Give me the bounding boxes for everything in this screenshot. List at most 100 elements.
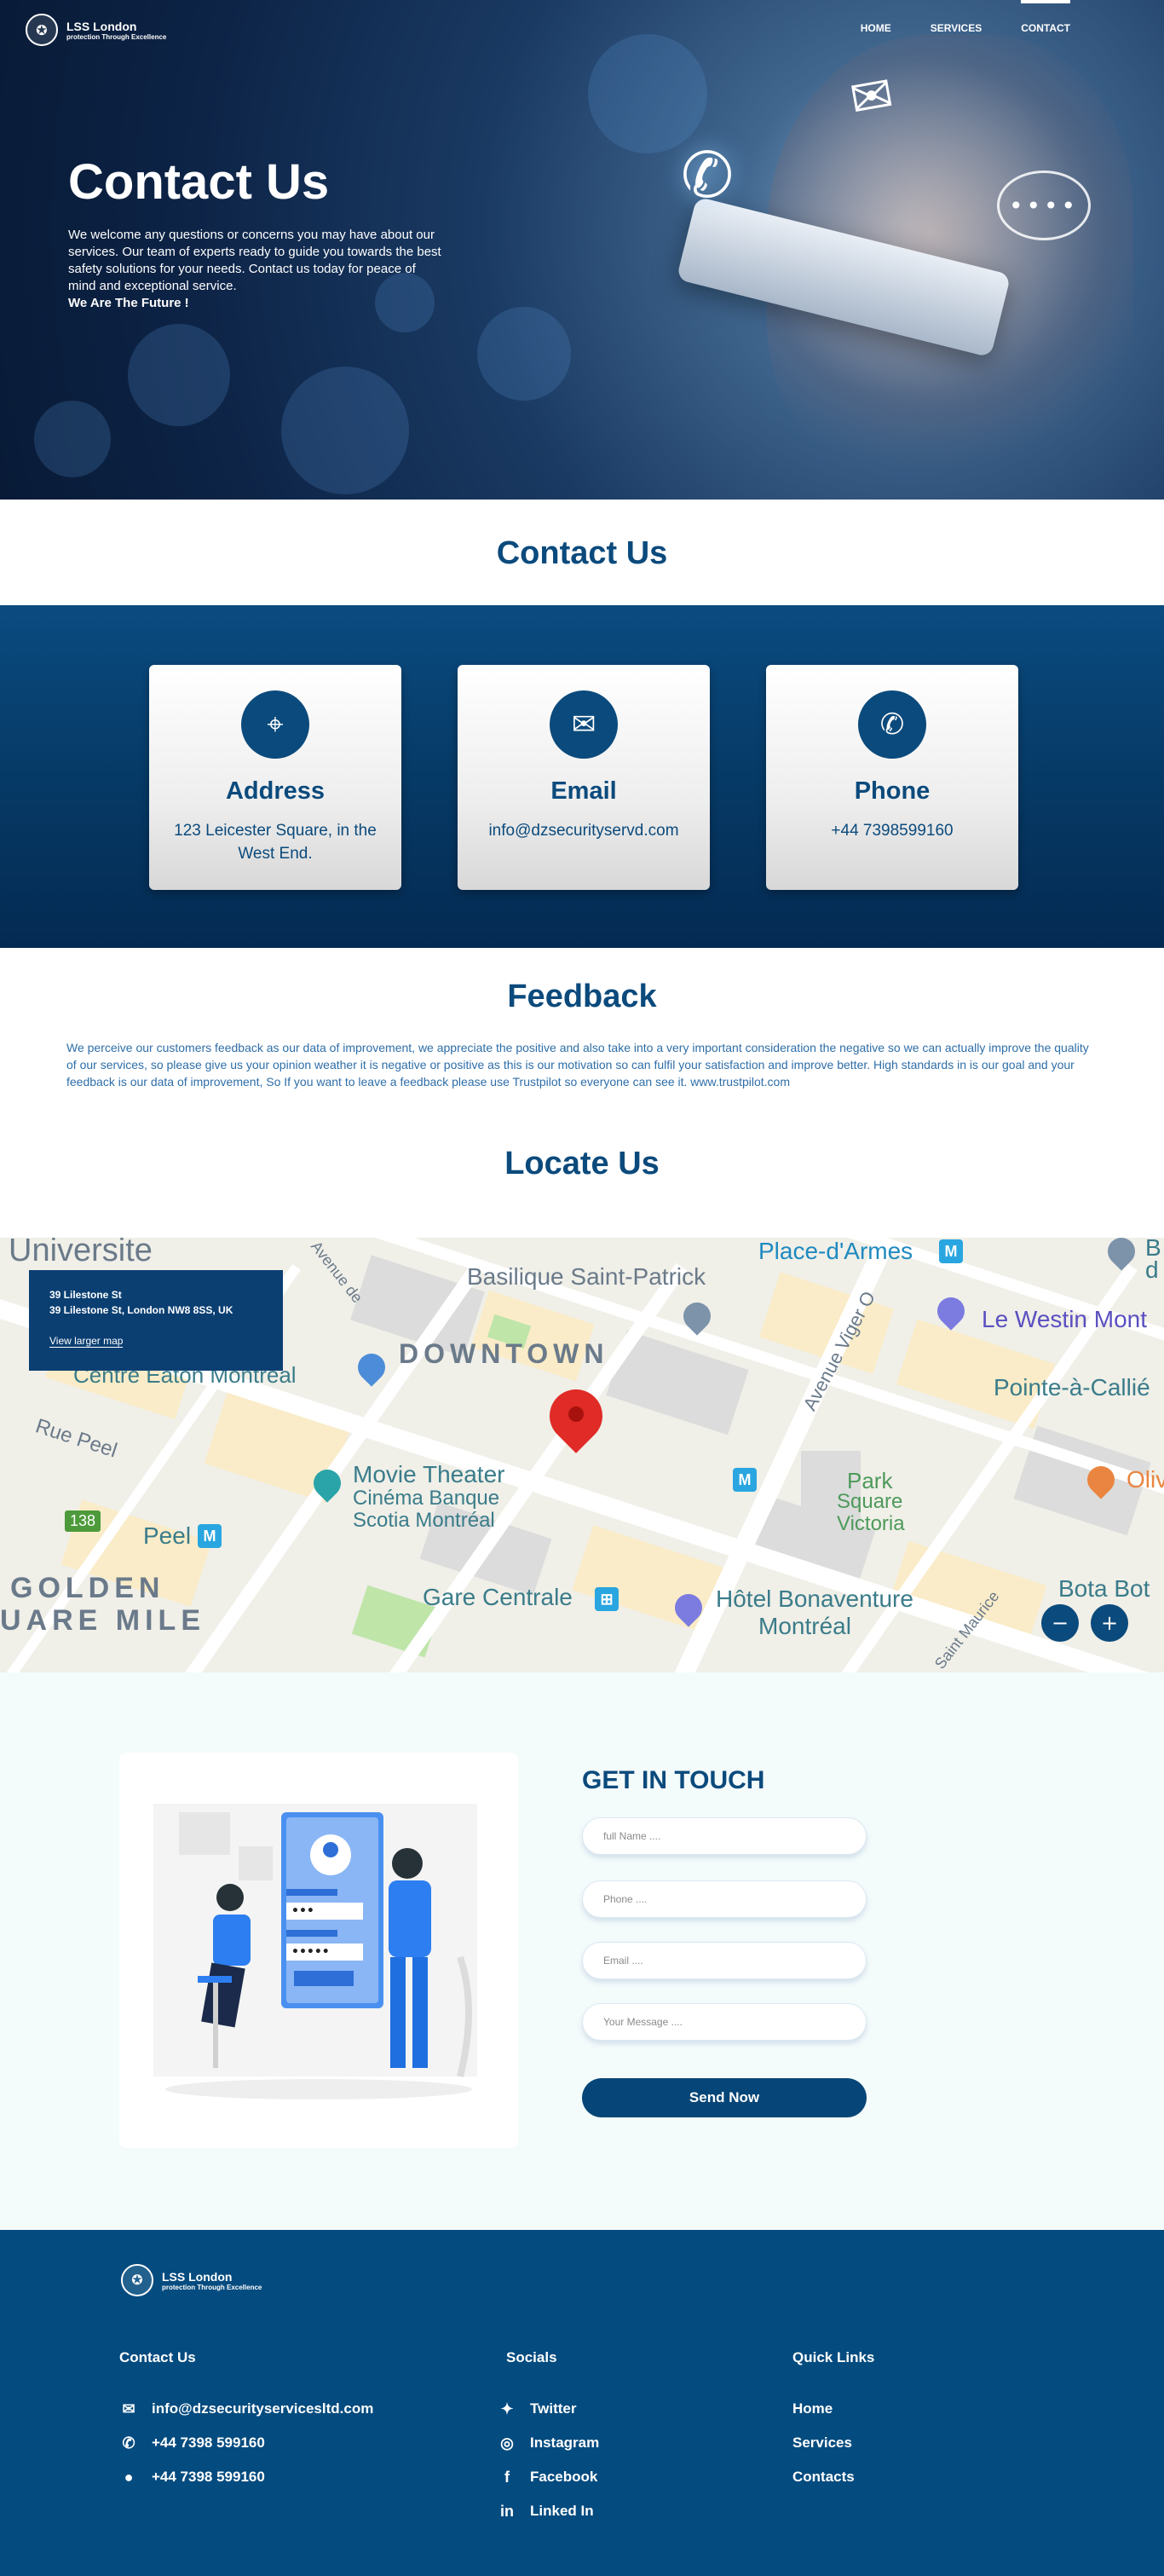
email-icon: ✉: [550, 690, 618, 759]
metro-icon: M: [733, 1468, 757, 1492]
instagram-icon: ◎: [500, 2434, 514, 2452]
footer-email-text: info@dzsecurityservicesltd.com: [152, 2400, 374, 2417]
footer-instagram-link[interactable]: ◎ Instagram: [498, 2426, 599, 2460]
footer-facebook-text: Facebook: [530, 2469, 598, 2485]
hero-title: Contact Us: [68, 154, 330, 210]
map-label: UARE MILE: [0, 1604, 205, 1637]
facebook-icon: f: [504, 2468, 510, 2486]
footer-instagram-text: Instagram: [530, 2434, 600, 2451]
phone-input[interactable]: [582, 1880, 867, 1918]
nav-contact[interactable]: CONTACT: [1021, 0, 1070, 34]
footer-links-heading: Quick Links: [792, 2349, 875, 2365]
map-place-name: 39 Lilestone St: [49, 1289, 122, 1301]
map-label: Scotia Montréal: [353, 1509, 495, 1532]
footer-phone[interactable]: ✆ +44 7398 599160: [119, 2426, 373, 2460]
whatsapp-icon: ●: [124, 2468, 134, 2486]
view-larger-map-link[interactable]: View larger map: [49, 1335, 124, 1348]
contact-cards-section: ⌖ Address 123 Leicester Square, in the W…: [0, 605, 1164, 948]
phone-icon: ✆: [680, 139, 734, 212]
map-label: Oliv: [1127, 1466, 1164, 1493]
footer-links-column: Quick Links Home Services Contacts: [792, 2349, 874, 2494]
zoom-out-button[interactable]: −: [1041, 1604, 1079, 1642]
feedback-title: Feedback: [507, 979, 657, 1014]
full-name-input[interactable]: [582, 1817, 867, 1855]
hero-text-block: We welcome any questions or concerns you…: [68, 227, 443, 312]
brand-logo[interactable]: ✪ LSS London protection Through Excellen…: [26, 14, 166, 46]
contact-illustration: ••• •••••: [119, 1753, 518, 2148]
hero-section: ✉ ✆ •••• ✪ LSS London protection Through…: [0, 0, 1164, 500]
nav-services[interactable]: SERVICES: [931, 22, 982, 34]
footer-link-services[interactable]: Services: [792, 2426, 874, 2460]
footer-logo[interactable]: ✪ LSS London protection Through Excellen…: [121, 2264, 262, 2296]
map-label: d: [1145, 1256, 1159, 1283]
feedback-text: We perceive our customers feedback as ou…: [66, 1041, 1089, 1089]
footer-contact-column: Contact Us ✉ info@dzsecurityservicesltd.…: [119, 2349, 373, 2494]
metro-icon: M: [198, 1524, 222, 1548]
footer-phone-text: +44 7398 599160: [152, 2434, 265, 2451]
send-now-button[interactable]: Send Now: [582, 2078, 867, 2117]
brand-name: LSS London: [66, 19, 137, 33]
card-value[interactable]: +44 7398599160: [766, 819, 1018, 842]
footer-twitter-link[interactable]: ✦ Twitter: [498, 2392, 599, 2426]
bokeh-light: [281, 367, 409, 494]
map-label: Rue Peel: [32, 1414, 120, 1463]
phone-card: ✆ Phone +44 7398599160: [766, 665, 1018, 890]
nav-home[interactable]: HOME: [861, 22, 891, 34]
email-icon: ✉: [845, 64, 898, 130]
map-label: Pointe-à-Callié: [994, 1374, 1150, 1401]
footer: ✪ LSS London protection Through Excellen…: [0, 2230, 1164, 2576]
nav-links: HOME SERVICES CONTACT: [861, 0, 1070, 34]
map-label: Movie Theater: [353, 1461, 505, 1487]
map-label: DOWNTOWN: [399, 1338, 609, 1369]
password-dots: •••••: [291, 1945, 330, 1959]
map-label: Peel: [143, 1522, 192, 1549]
footer-facebook-link[interactable]: f Facebook: [498, 2460, 599, 2494]
bokeh-light: [34, 401, 111, 477]
footer-whatsapp[interactable]: ● +44 7398 599160: [119, 2460, 373, 2494]
footer-link-home[interactable]: Home: [792, 2392, 874, 2426]
locate-title-wrap: Locate Us: [0, 1110, 1164, 1238]
card-title: Email: [550, 777, 617, 805]
map-label: Montréal: [758, 1613, 851, 1639]
phone-icon: ✆: [858, 690, 926, 759]
footer-linkedin-text: Linked In: [530, 2503, 594, 2519]
shopping-poi-icon[interactable]: [352, 1348, 391, 1387]
map-label: Universite: [9, 1238, 153, 1268]
location-icon: ⌖: [241, 690, 309, 759]
bokeh-light: [128, 324, 230, 426]
brand-tagline: protection Through Excellence: [66, 32, 167, 41]
message-input[interactable]: [582, 2003, 867, 2041]
zoom-in-button[interactable]: +: [1091, 1604, 1128, 1642]
train-icon: ⊞: [595, 1587, 619, 1611]
card-title: Phone: [854, 777, 931, 805]
brand-name: LSS London: [162, 2269, 233, 2284]
hero-description: We welcome any questions or concerns you…: [68, 228, 441, 293]
footer-twitter-text: Twitter: [530, 2400, 577, 2417]
route-badge: 138: [65, 1510, 101, 1532]
linkedin-icon: in: [500, 2502, 514, 2520]
map-label: Victoria: [837, 1512, 905, 1535]
hotel-poi-icon[interactable]: [931, 1291, 971, 1331]
contact-title-wrap: Contact Us: [0, 500, 1164, 605]
poi-icon[interactable]: [1102, 1238, 1141, 1271]
email-input[interactable]: [582, 1942, 867, 1979]
map-label: Basilique Saint-Patrick: [467, 1263, 706, 1290]
chat-bubble-icon: ••••: [997, 170, 1091, 240]
map-label: Hôtel Bonaventure: [716, 1585, 913, 1612]
footer-socials-heading: Socials: [506, 2349, 557, 2365]
card-value[interactable]: info@dzsecurityservd.com: [458, 819, 710, 842]
footer-email[interactable]: ✉ info@dzsecurityservicesltd.com: [119, 2392, 373, 2426]
email-card: ✉ Email info@dzsecurityservd.com: [458, 665, 710, 890]
brand-tagline: protection Through Excellence: [162, 2283, 262, 2291]
map-label: Avenue de: [307, 1238, 366, 1307]
twitter-icon: ✦: [500, 2400, 514, 2417]
map-label: GOLDEN: [10, 1572, 165, 1604]
card-value: 123 Leicester Square, in the West End.: [174, 822, 377, 863]
footer-socials-column: Socials ✦ Twitter ◎ Instagram f Facebook…: [498, 2349, 599, 2528]
shield-icon: ✪: [121, 2264, 153, 2296]
hero-slogan: We Are The Future !: [68, 296, 189, 310]
footer-linkedin-link[interactable]: in Linked In: [498, 2494, 599, 2528]
location-map[interactable]: Universite Basilique Saint-Patrick Place…: [0, 1238, 1164, 1672]
location-pin-icon[interactable]: [539, 1378, 614, 1475]
footer-link-contacts[interactable]: Contacts: [792, 2460, 874, 2494]
